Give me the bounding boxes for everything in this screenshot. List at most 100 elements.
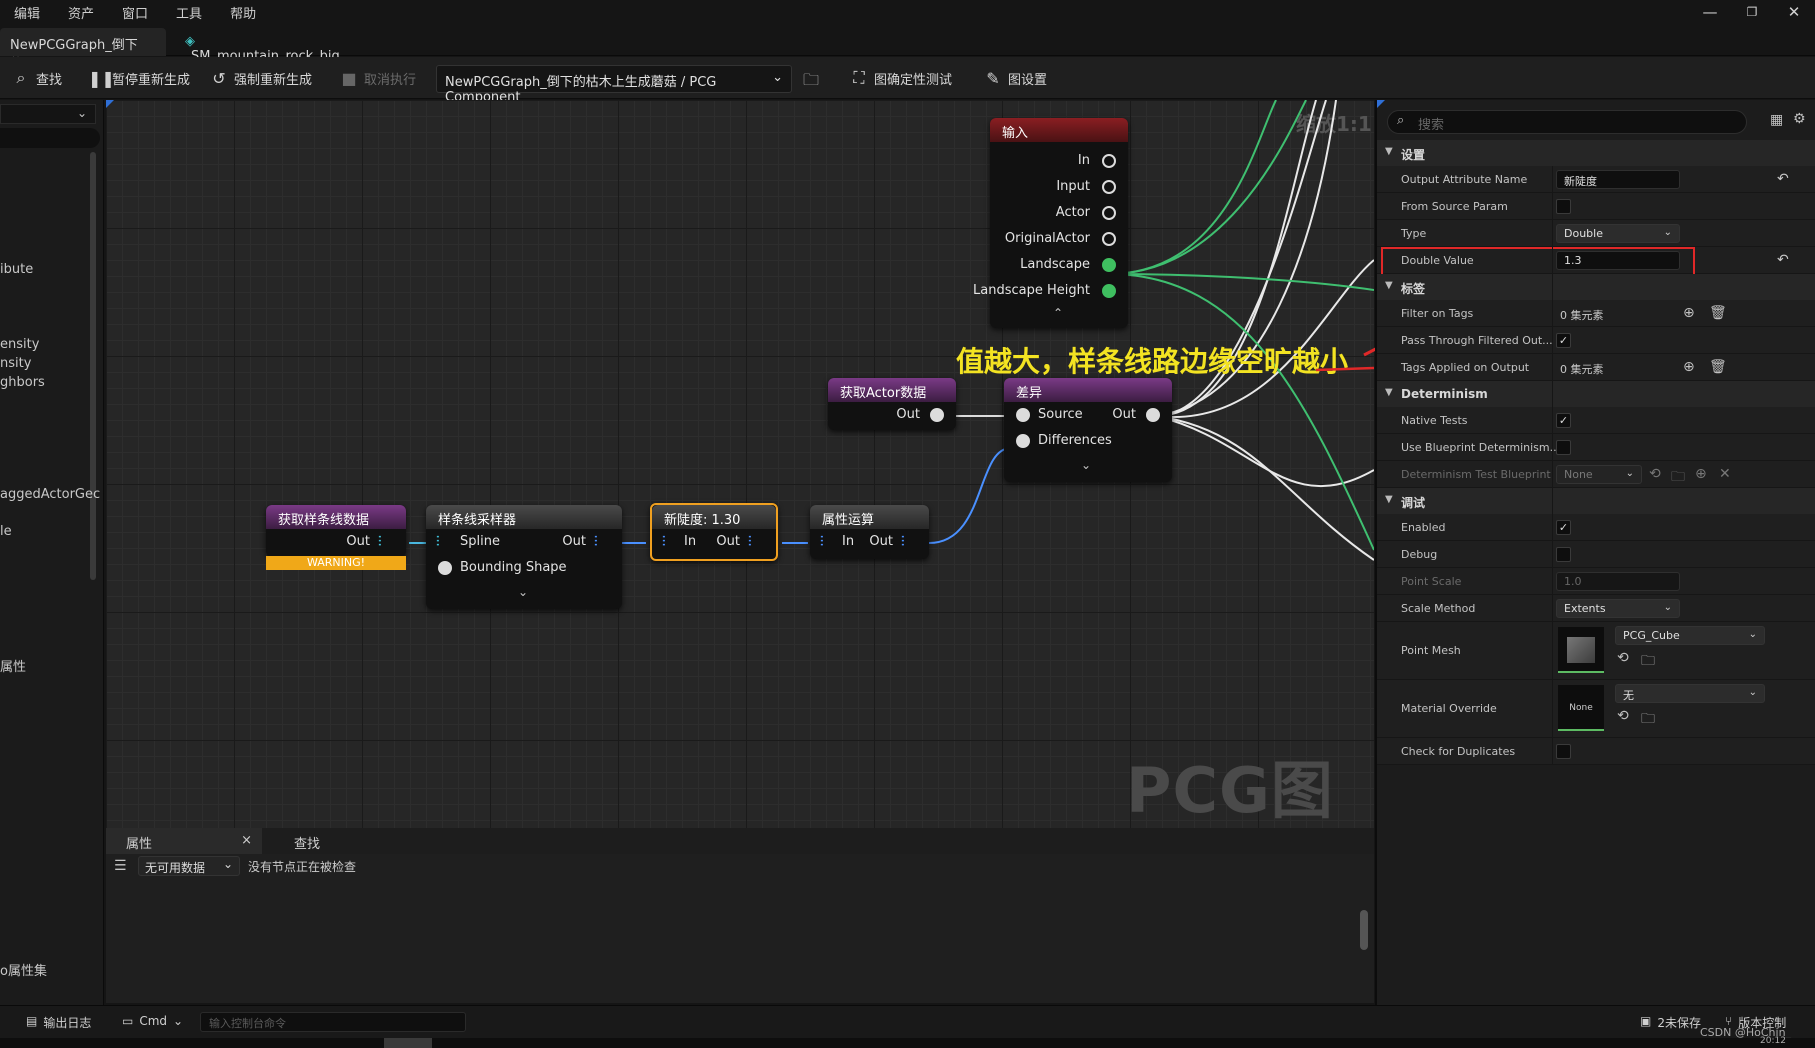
from-source-param-checkbox[interactable] — [1556, 199, 1571, 214]
menu-tools[interactable]: 工具 — [162, 3, 216, 22]
output-pin[interactable] — [1102, 258, 1116, 272]
determinism-test-button[interactable]: ⛶ 图确定性测试 — [850, 65, 952, 91]
left-item[interactable]: nsity — [0, 356, 31, 371]
use-bp-determinism-checkbox[interactable] — [1556, 440, 1571, 455]
pause-regen-button[interactable]: ❚❚ 暂停重新生成 — [88, 65, 190, 91]
point-data-pin-icon[interactable]: ⫶ — [820, 534, 836, 550]
grid-view-icon[interactable]: ▦ — [1770, 112, 1783, 128]
get-spline-data-node[interactable]: 获取样条线数据 Out ⫶ — [266, 505, 406, 557]
force-regen-button[interactable]: ↺ 强制重新生成 — [210, 65, 312, 91]
scale-method-select[interactable]: Extents ⌄ — [1556, 599, 1680, 618]
data-filter-dropdown[interactable]: 无可用数据 ⌄ — [138, 856, 240, 876]
check-duplicates-checkbox[interactable] — [1556, 744, 1571, 759]
collapse-arrow-icon[interactable]: ⌃ — [1053, 306, 1063, 320]
browse-icon[interactable]: 🗀 — [1671, 466, 1685, 490]
section-tags[interactable]: ▼ 标签 — [1377, 274, 1815, 300]
output-log-button[interactable]: ▤ 输出日志 — [26, 1014, 91, 1031]
menu-window[interactable]: 窗口 — [108, 3, 162, 22]
bottom-scrollbar[interactable] — [1360, 910, 1368, 950]
browse-folder-icon[interactable]: 🗀 — [803, 69, 819, 96]
point-data-pin-icon[interactable]: ⫶ — [901, 534, 917, 550]
point-data-pin-icon[interactable]: ⫶ — [662, 534, 678, 550]
clear-icon[interactable]: ✕ — [1719, 466, 1731, 482]
output-attribute-name-field[interactable]: 新陡度 — [1556, 170, 1680, 189]
trash-icon[interactable]: 🗑 — [1709, 359, 1727, 375]
point-mesh-select[interactable]: PCG_Cube ⌄ — [1615, 626, 1765, 645]
add-icon[interactable]: ⊕ — [1683, 305, 1695, 321]
reset-icon[interactable]: ↶ — [1777, 252, 1789, 268]
det-test-bp-select[interactable]: None ⌄ — [1556, 465, 1642, 484]
material-override-select[interactable]: 无 ⌄ — [1615, 684, 1765, 703]
point-data-pin-icon[interactable]: ⫶ — [748, 534, 764, 550]
left-item[interactable]: o属性集 — [0, 960, 47, 979]
reset-icon[interactable]: ↶ — [1777, 171, 1789, 187]
unsaved-button[interactable]: ▣ 2未保存 — [1640, 1014, 1701, 1031]
tab-mesh-asset[interactable]: ◈ SM_mountain_rock_big_... — [175, 28, 375, 64]
left-item[interactable]: 属性 — [0, 656, 26, 675]
section-debug[interactable]: ▼ 调试 — [1377, 488, 1815, 514]
graph-settings-button[interactable]: ✎ 图设置 — [984, 65, 1047, 91]
point-scale-field[interactable]: 1.0 — [1556, 572, 1680, 591]
material-thumbnail[interactable]: None — [1558, 685, 1604, 731]
section-settings[interactable]: ▼ 设置 — [1377, 140, 1815, 166]
minimize-button[interactable]: — — [1690, 2, 1730, 24]
graph-canvas[interactable]: 缩放1:1 PCG图表 输入 In Input Actor O — [106, 100, 1374, 828]
tab-pcg-graph[interactable]: NewPCGGraph_倒下的... • × — [0, 28, 166, 72]
output-pin[interactable] — [1102, 206, 1116, 220]
console-input[interactable]: 输入控制台命令 — [200, 1012, 466, 1032]
menu-help[interactable]: 帮助 — [216, 3, 270, 22]
chevron-down-icon[interactable]: ⌄ — [518, 585, 528, 599]
find-button[interactable]: ⌕ 查找 — [12, 65, 63, 91]
browse-icon[interactable]: 🗀 — [1641, 650, 1655, 674]
left-item[interactable]: le — [0, 524, 12, 539]
native-tests-checkbox[interactable]: ✓ — [1556, 413, 1571, 428]
type-select[interactable]: Double ⌄ — [1556, 224, 1680, 243]
cancel-exec-button[interactable]: ■ 取消执行 — [340, 65, 416, 91]
input-pin[interactable] — [1016, 408, 1030, 422]
section-determinism[interactable]: ▼ Determinism — [1377, 381, 1815, 407]
use-selected-icon[interactable]: ⟲ — [1617, 650, 1629, 666]
use-selected-icon[interactable]: ⟲ — [1617, 708, 1629, 724]
point-data-pin-icon[interactable]: ⫶ — [378, 534, 394, 550]
add-icon[interactable]: ⊕ — [1683, 359, 1695, 375]
point-data-pin-icon[interactable]: ⫶ — [594, 534, 610, 550]
left-item[interactable]: aggedActorGec — [0, 487, 100, 502]
spline-pin-icon[interactable]: ⫶ — [436, 534, 452, 550]
left-search-input[interactable] — [0, 128, 100, 148]
spline-sampler-node[interactable]: 样条线采样器 ⫶ Spline Out ⫶ Bounding Shape ⌄ — [426, 505, 622, 609]
debug-checkbox[interactable] — [1556, 547, 1571, 562]
difference-node[interactable]: 差异 Source Out Differences ⌄ — [1004, 378, 1172, 482]
density-node[interactable]: 新陡度: 1.30 ⫶ In Out ⫶ — [650, 503, 778, 561]
cmd-dropdown[interactable]: ▭ Cmd ⌄ — [122, 1014, 183, 1028]
input-pin[interactable] — [1016, 434, 1030, 448]
use-selected-icon[interactable]: ⟲ — [1649, 466, 1661, 482]
close-icon[interactable]: × — [241, 833, 252, 848]
filter-icon[interactable]: ☰ — [114, 858, 127, 874]
debug-object-dropdown[interactable]: NewPCGGraph_倒下的枯木上生成蘑菇 / PCG Component ⌄ — [436, 65, 792, 105]
output-pin[interactable] — [1102, 284, 1116, 298]
input-pin[interactable] — [438, 561, 452, 575]
output-pin[interactable] — [930, 408, 944, 422]
enabled-checkbox[interactable]: ✓ — [1556, 520, 1571, 535]
left-item[interactable]: ghbors — [0, 375, 45, 390]
output-pin[interactable] — [1102, 232, 1116, 246]
chevron-down-icon[interactable]: ⌄ — [1081, 458, 1091, 472]
menu-edit[interactable]: 编辑 — [0, 3, 54, 22]
menu-assets[interactable]: 资产 — [54, 3, 108, 22]
attribute-op-node[interactable]: 属性运算 ⫶ In Out ⫶ — [810, 505, 929, 559]
close-button[interactable]: ✕ — [1774, 2, 1814, 24]
get-actor-data-node[interactable]: 获取Actor数据 Out — [828, 378, 956, 430]
taskbar-item[interactable] — [384, 1038, 432, 1048]
input-node[interactable]: 输入 In Input Actor OriginalActor Landscap… — [973, 118, 1128, 328]
add-icon[interactable]: ⊕ — [1695, 466, 1707, 482]
tab-find[interactable]: 查找 — [274, 828, 340, 854]
output-pin[interactable] — [1102, 154, 1116, 168]
mesh-thumbnail[interactable] — [1558, 627, 1604, 673]
browse-icon[interactable]: 🗀 — [1641, 708, 1655, 732]
trash-icon[interactable]: 🗑 — [1709, 305, 1727, 321]
left-item[interactable]: ensity — [0, 337, 39, 352]
output-pin[interactable] — [1102, 180, 1116, 194]
left-item[interactable]: ibute — [0, 262, 33, 277]
pass-through-checkbox[interactable]: ✓ — [1556, 333, 1571, 348]
details-search-input[interactable]: ⌕ 搜索 — [1387, 110, 1747, 134]
